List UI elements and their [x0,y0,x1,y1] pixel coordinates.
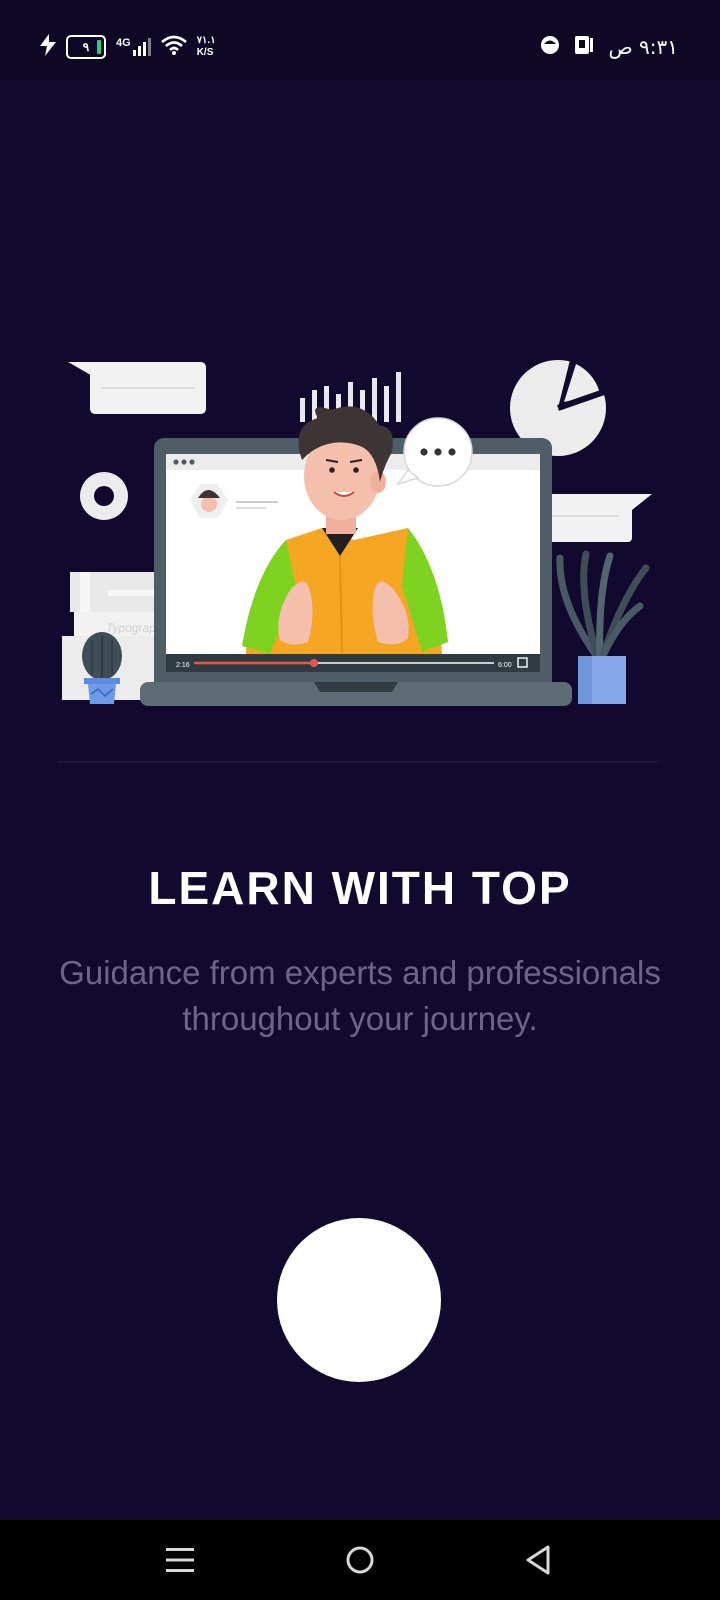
signal-icon: 4G [116,38,151,56]
video-total-time: 6:00 [498,662,512,669]
donut-icon [80,472,128,520]
speed-unit: K/S [196,47,214,58]
battery-icon: ٩ [66,35,106,59]
message-card-icon [68,362,206,414]
onboarding-title: LEARN WITH TOP [148,862,572,914]
onboarding-screen: Typography 2:16 6:00 LEARN WITH TOP Guid… [0,80,720,1520]
charging-icon [40,33,56,61]
clock: ٩:٣١ ص [608,35,678,59]
app-notification-icon [540,35,560,60]
illustration: Typography 2:16 6:00 [58,360,658,763]
network-speed: ٧١.١ K/S [197,35,216,59]
speed-value: ٧١.١ [196,35,216,46]
status-right: ٩:٣١ ص [540,30,678,64]
wifi-icon [160,35,187,60]
system-nav-bar [0,1520,720,1600]
sim-icon [574,34,594,61]
menu-icon[interactable] [160,1540,200,1580]
chat-bubble-icon [396,417,473,487]
back-icon[interactable] [518,1540,558,1580]
battery-level: ٩ [82,40,90,54]
status-left: ٩ 4G ٧١.١ K/S [40,30,216,64]
network-type: 4G [116,37,131,49]
onboarding-subtitle: Guidance from experts and professionals … [59,954,661,1037]
video-current-time: 2:16 [176,662,190,669]
plant-icon [556,550,650,704]
next-button[interactable] [277,1218,441,1382]
home-icon[interactable] [340,1540,380,1580]
status-bar: ٩ 4G ٧١.١ K/S ٩:٣١ ص [0,0,720,80]
